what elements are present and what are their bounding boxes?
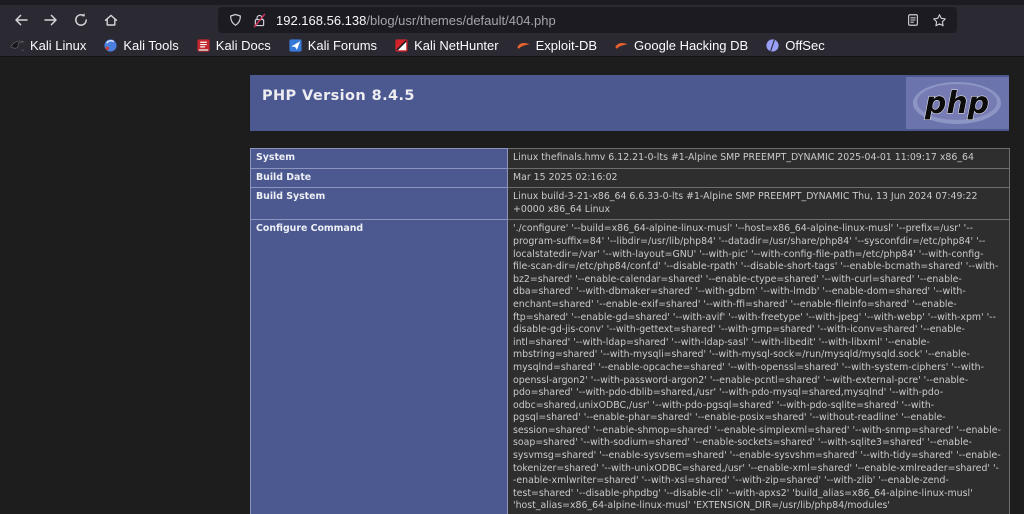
home-icon	[103, 12, 119, 28]
table-row: Build System Linux build-3-21-x86_64 6.6…	[251, 188, 1010, 220]
bookmark-label: Kali Tools	[123, 38, 178, 53]
bookmark-google-hacking-db[interactable]: Google Hacking DB	[614, 38, 748, 53]
bookmark-offsec[interactable]: OffSec	[765, 38, 825, 53]
kali-forums-icon	[288, 38, 303, 53]
bookmark-kali-linux[interactable]: Kali Linux	[10, 38, 86, 53]
row-label: Build System	[251, 188, 508, 220]
bookmark-kali-tools[interactable]: Kali Tools	[103, 38, 178, 53]
phpinfo-content: PHP Version 8.4.5 php System Linux thefi…	[250, 75, 1009, 514]
bookmark-kali-forums[interactable]: Kali Forums	[288, 38, 377, 53]
url-text[interactable]: 192.168.56.138/blog/usr/themes/default/4…	[276, 13, 556, 28]
bookmark-label: Kali Linux	[30, 38, 86, 53]
bookmarks-toolbar: Kali Linux Kali Tools Kali Docs Kali For…	[0, 35, 1024, 57]
url-bar[interactable]: 192.168.56.138/blog/usr/themes/default/4…	[218, 7, 957, 33]
google-hacking-db-icon	[614, 38, 629, 53]
forward-button[interactable]	[42, 12, 59, 29]
bookmark-star-icon[interactable]	[932, 13, 947, 28]
home-button[interactable]	[102, 12, 119, 29]
page-title: PHP Version 8.4.5	[250, 75, 1009, 104]
php-logo: php	[906, 77, 1009, 129]
bookmark-label: OffSec	[785, 38, 825, 53]
tracking-shield-icon[interactable]	[228, 13, 243, 28]
kali-dragon-icon	[10, 38, 25, 53]
bookmark-label: Kali NetHunter	[414, 38, 499, 53]
kali-tools-icon	[103, 38, 118, 53]
bookmark-label: Kali Docs	[216, 38, 271, 53]
row-value: Mar 15 2025 02:16:02	[508, 168, 1010, 188]
offsec-icon	[765, 38, 780, 53]
phpinfo-table: System Linux thefinals.hmv 6.12.21-0-lts…	[250, 148, 1010, 514]
table-row: Configure Command './configure' '--build…	[251, 220, 1010, 514]
navigation-toolbar: 192.168.56.138/blog/usr/themes/default/4…	[0, 5, 1024, 35]
reload-icon	[73, 12, 89, 28]
bookmark-kali-docs[interactable]: Kali Docs	[196, 38, 271, 53]
browser-chrome: 192.168.56.138/blog/usr/themes/default/4…	[0, 0, 1024, 57]
bookmark-exploit-db[interactable]: Exploit-DB	[516, 38, 597, 53]
forward-icon	[43, 12, 59, 28]
reload-button[interactable]	[72, 12, 89, 29]
kali-nethunter-icon	[394, 38, 409, 53]
insecure-lock-icon[interactable]	[252, 13, 267, 28]
phpinfo-page: PHP Version 8.4.5 php System Linux thefi…	[0, 58, 1024, 514]
row-label: Configure Command	[251, 220, 508, 514]
table-row: System Linux thefinals.hmv 6.12.21-0-lts…	[251, 149, 1010, 169]
url-domain: 192.168.56.138	[276, 13, 366, 28]
table-row: Build Date Mar 15 2025 02:16:02	[251, 168, 1010, 188]
url-path: /blog/usr/themes/default/404.php	[366, 13, 555, 28]
row-value: Linux thefinals.hmv 6.12.21-0-lts #1-Alp…	[508, 149, 1010, 169]
bookmark-label: Exploit-DB	[536, 38, 597, 53]
kali-docs-icon	[196, 38, 211, 53]
reader-mode-icon[interactable]	[906, 13, 920, 27]
back-icon	[13, 12, 29, 28]
bookmark-label: Google Hacking DB	[634, 38, 748, 53]
bookmark-label: Kali Forums	[308, 38, 377, 53]
svg-text:php: php	[924, 86, 989, 121]
phpinfo-header: PHP Version 8.4.5 php	[250, 75, 1009, 131]
bookmark-kali-nethunter[interactable]: Kali NetHunter	[394, 38, 499, 53]
row-value: './configure' '--build=x86_64-alpine-lin…	[508, 220, 1010, 514]
back-button[interactable]	[12, 12, 29, 29]
row-label: Build Date	[251, 168, 508, 188]
row-label: System	[251, 149, 508, 169]
exploit-db-icon	[516, 38, 531, 53]
row-value: Linux build-3-21-x86_64 6.6.33-0-lts #1-…	[508, 188, 1010, 220]
